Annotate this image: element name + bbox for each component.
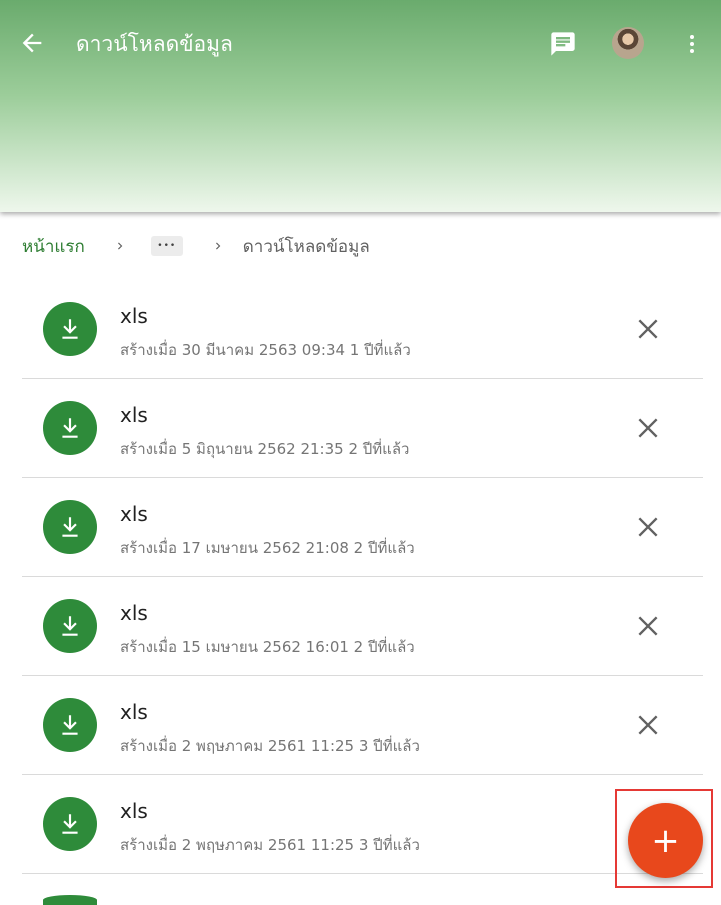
breadcrumb-home-link[interactable]: หน้าแรก — [22, 233, 85, 260]
chevron-right-icon — [117, 242, 123, 250]
download-button[interactable] — [43, 599, 97, 653]
file-name: xls — [120, 601, 148, 625]
file-name: xls — [120, 700, 148, 724]
download-button-partial — [43, 895, 97, 905]
close-icon[interactable] — [635, 415, 661, 441]
page-title: ดาวน์โหลดข้อมูล — [76, 32, 233, 56]
chat-icon[interactable] — [548, 30, 578, 58]
close-icon[interactable] — [635, 316, 661, 342]
download-button[interactable] — [43, 698, 97, 752]
file-created-info: สร้างเมื่อ 15 เมษายน 2562 16:01 2 ปีที่แ… — [120, 638, 415, 656]
file-name: xls — [120, 502, 148, 526]
chevron-right-icon — [215, 242, 221, 250]
arrow-back-icon[interactable] — [18, 29, 46, 57]
close-icon[interactable] — [635, 613, 661, 639]
download-icon — [62, 715, 78, 735]
add-button[interactable]: + — [628, 803, 703, 878]
file-name: xls — [120, 403, 148, 427]
file-name: xls — [120, 799, 148, 823]
list-item: xls สร้างเมื่อ 30 มีนาคม 2563 09:34 1 ปี… — [22, 280, 703, 379]
avatar[interactable] — [612, 27, 644, 59]
file-name: xls — [120, 304, 148, 328]
list-item: xls สร้างเมื่อ 17 เมษายน 2562 21:08 2 ปี… — [22, 478, 703, 577]
list-item: xls สร้างเมื่อ 2 พฤษภาคม 2561 11:25 3 ปี… — [22, 676, 703, 775]
download-button[interactable] — [43, 401, 97, 455]
breadcrumb-more-label: ••• — [157, 241, 177, 251]
list-item: xls สร้างเมื่อ 5 มิถุนายน 2562 21:35 2 ป… — [22, 379, 703, 478]
close-icon[interactable] — [635, 514, 661, 540]
file-created-info: สร้างเมื่อ 2 พฤษภาคม 2561 11:25 3 ปีที่แ… — [120, 737, 420, 755]
app-bar: ดาวน์โหลดข้อมูล — [0, 0, 721, 212]
file-created-info: สร้างเมื่อ 2 พฤษภาคม 2561 11:25 3 ปีที่แ… — [120, 836, 420, 854]
file-created-info: สร้างเมื่อ 5 มิถุนายน 2562 21:35 2 ปีที่… — [120, 440, 410, 458]
breadcrumb-current: ดาวน์โหลดข้อมูล — [242, 236, 370, 257]
add-button-label: + — [651, 820, 680, 861]
more-vert-icon[interactable] — [680, 30, 704, 58]
download-icon — [62, 517, 78, 537]
download-list: xls สร้างเมื่อ 30 มีนาคม 2563 09:34 1 ปี… — [22, 280, 703, 874]
close-icon[interactable] — [635, 712, 661, 738]
download-icon — [62, 319, 78, 339]
breadcrumb: หน้าแรก ••• ดาวน์โหลดข้อมูล — [22, 232, 370, 260]
download-icon — [62, 814, 78, 834]
download-icon — [62, 418, 78, 438]
file-created-info: สร้างเมื่อ 30 มีนาคม 2563 09:34 1 ปีที่แ… — [120, 341, 411, 359]
list-item: xls สร้างเมื่อ 15 เมษายน 2562 16:01 2 ปี… — [22, 577, 703, 676]
breadcrumb-more-button[interactable]: ••• — [150, 236, 183, 256]
download-button[interactable] — [43, 500, 97, 554]
download-button[interactable] — [43, 302, 97, 356]
download-icon — [62, 616, 78, 636]
file-created-info: สร้างเมื่อ 17 เมษายน 2562 21:08 2 ปีที่แ… — [120, 539, 415, 557]
download-button[interactable] — [43, 797, 97, 851]
list-item: xls สร้างเมื่อ 2 พฤษภาคม 2561 11:25 3 ปี… — [22, 775, 703, 874]
